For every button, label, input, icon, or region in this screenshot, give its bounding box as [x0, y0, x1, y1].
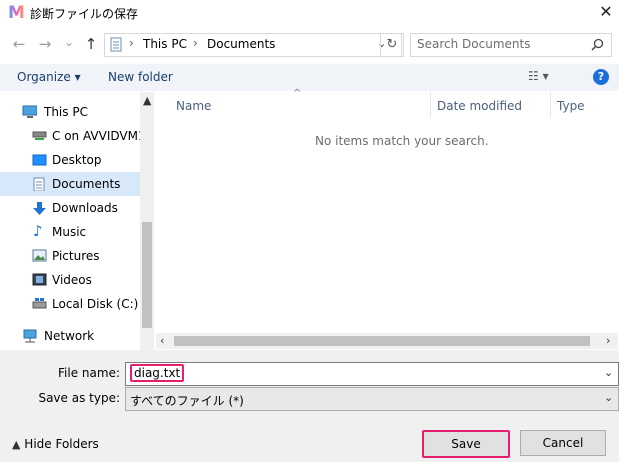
sidebar-item-this-pc[interactable]: This PC	[0, 100, 140, 124]
local-disk-icon	[32, 298, 47, 309]
navigation-pane: This PC C on AVVIDVM1... Desktop Documen…	[0, 92, 154, 350]
network-drive-icon	[32, 131, 47, 140]
sidebar-item-desktop[interactable]: Desktop	[0, 148, 140, 172]
address-bar[interactable]: › This PC › Documents ⌄	[104, 33, 402, 57]
sidebar-item-pictures[interactable]: Pictures	[0, 244, 140, 268]
app-logo-icon: M	[8, 3, 25, 23]
new-folder-button[interactable]: New folder	[108, 70, 173, 84]
sidebar-item-label: C on AVVIDVM1...	[52, 129, 154, 143]
organize-menu[interactable]: Organize ▾	[17, 70, 81, 84]
scroll-up-icon[interactable]: ▲	[143, 94, 151, 107]
search-input[interactable]: Search Documents	[410, 33, 612, 57]
videos-icon	[32, 273, 47, 286]
desktop-icon	[32, 154, 47, 166]
scroll-left-icon[interactable]: ‹	[160, 334, 164, 347]
sidebar-item-label: Videos	[52, 273, 92, 287]
documents-location-icon	[110, 37, 122, 52]
file-name-input[interactable]: diag.txt ⌄	[125, 362, 619, 386]
sidebar-item-label: Desktop	[52, 153, 102, 167]
hide-folders-button[interactable]: ▲ Hide Folders	[12, 437, 99, 451]
column-divider[interactable]	[550, 92, 551, 118]
search-placeholder: Search Documents	[417, 37, 531, 51]
change-view-button[interactable]: ☷ ▾	[528, 69, 549, 83]
back-button[interactable]: ←	[10, 35, 28, 53]
search-icon	[591, 38, 604, 51]
forward-button[interactable]: →	[36, 35, 54, 53]
close-button[interactable]: ✕	[596, 2, 616, 22]
window-title: 診断ファイルの保存	[30, 7, 139, 21]
save-as-type-value: すべてのファイル (*)	[130, 394, 244, 408]
save-as-type-select[interactable]: すべてのファイル (*) ⌄	[125, 387, 619, 411]
breadcrumb-separator: ›	[129, 36, 134, 50]
breadcrumb-this-pc[interactable]: This PC	[143, 37, 187, 51]
chevron-down-icon[interactable]: ⌄	[604, 391, 613, 404]
column-header-name[interactable]: Name	[176, 99, 211, 113]
breadcrumb-separator: ›	[193, 36, 198, 50]
hide-folders-label: Hide Folders	[24, 437, 99, 451]
sidebar-item-local-disk[interactable]: Local Disk (C:)	[0, 292, 140, 316]
save-button[interactable]: Save	[422, 430, 510, 458]
sidebar-item-label: This PC	[44, 105, 88, 119]
command-bar	[0, 64, 619, 91]
empty-folder-message: No items match your search.	[315, 134, 489, 148]
column-header-type[interactable]: Type	[557, 99, 585, 113]
chevron-up-icon: ▲	[12, 438, 21, 451]
column-header-date-modified[interactable]: Date modified	[437, 99, 522, 113]
sidebar-item-network-drive[interactable]: C on AVVIDVM1...	[0, 124, 154, 148]
sidebar-item-label: Documents	[52, 177, 121, 191]
sidebar-item-label: Local Disk (C:)	[52, 297, 139, 311]
documents-icon	[33, 177, 45, 191]
file-name-dropdown-icon[interactable]: ⌄	[604, 366, 613, 379]
refresh-button[interactable]: ↻	[380, 33, 404, 57]
sidebar-item-label: Downloads	[52, 201, 118, 215]
sidebar-item-label: Pictures	[52, 249, 100, 263]
recent-locations-button[interactable]: ⌄	[60, 33, 78, 51]
network-icon	[23, 329, 37, 343]
downloads-icon	[33, 202, 46, 215]
sidebar-item-documents[interactable]: Documents	[0, 172, 140, 196]
sidebar-item-downloads[interactable]: Downloads	[0, 196, 140, 220]
sidebar-item-network[interactable]: Network	[0, 324, 140, 348]
scroll-right-icon[interactable]: ›	[606, 334, 610, 347]
file-name-value[interactable]: diag.txt	[130, 364, 185, 382]
save-as-type-label: Save as type:	[38, 391, 120, 405]
computer-icon	[22, 105, 37, 118]
sidebar-item-music[interactable]: ♪ Music	[0, 220, 140, 244]
help-icon[interactable]: ?	[593, 69, 609, 85]
sidebar-item-label: Network	[44, 329, 95, 343]
cancel-button[interactable]: Cancel	[520, 430, 606, 456]
breadcrumb-documents[interactable]: Documents	[207, 37, 275, 51]
up-button[interactable]: ↑	[82, 35, 100, 53]
sort-indicator-icon: ^	[293, 88, 302, 99]
horizontal-scrollbar-thumb[interactable]	[174, 336, 590, 346]
music-icon: ♪	[33, 222, 43, 240]
file-name-label: File name:	[58, 366, 120, 380]
sidebar-item-videos[interactable]: Videos	[0, 268, 140, 292]
column-divider[interactable]	[430, 92, 431, 118]
pictures-icon	[32, 249, 47, 262]
sidebar-item-label: Music	[52, 225, 87, 239]
navigation-scrollbar-thumb[interactable]	[142, 222, 152, 328]
